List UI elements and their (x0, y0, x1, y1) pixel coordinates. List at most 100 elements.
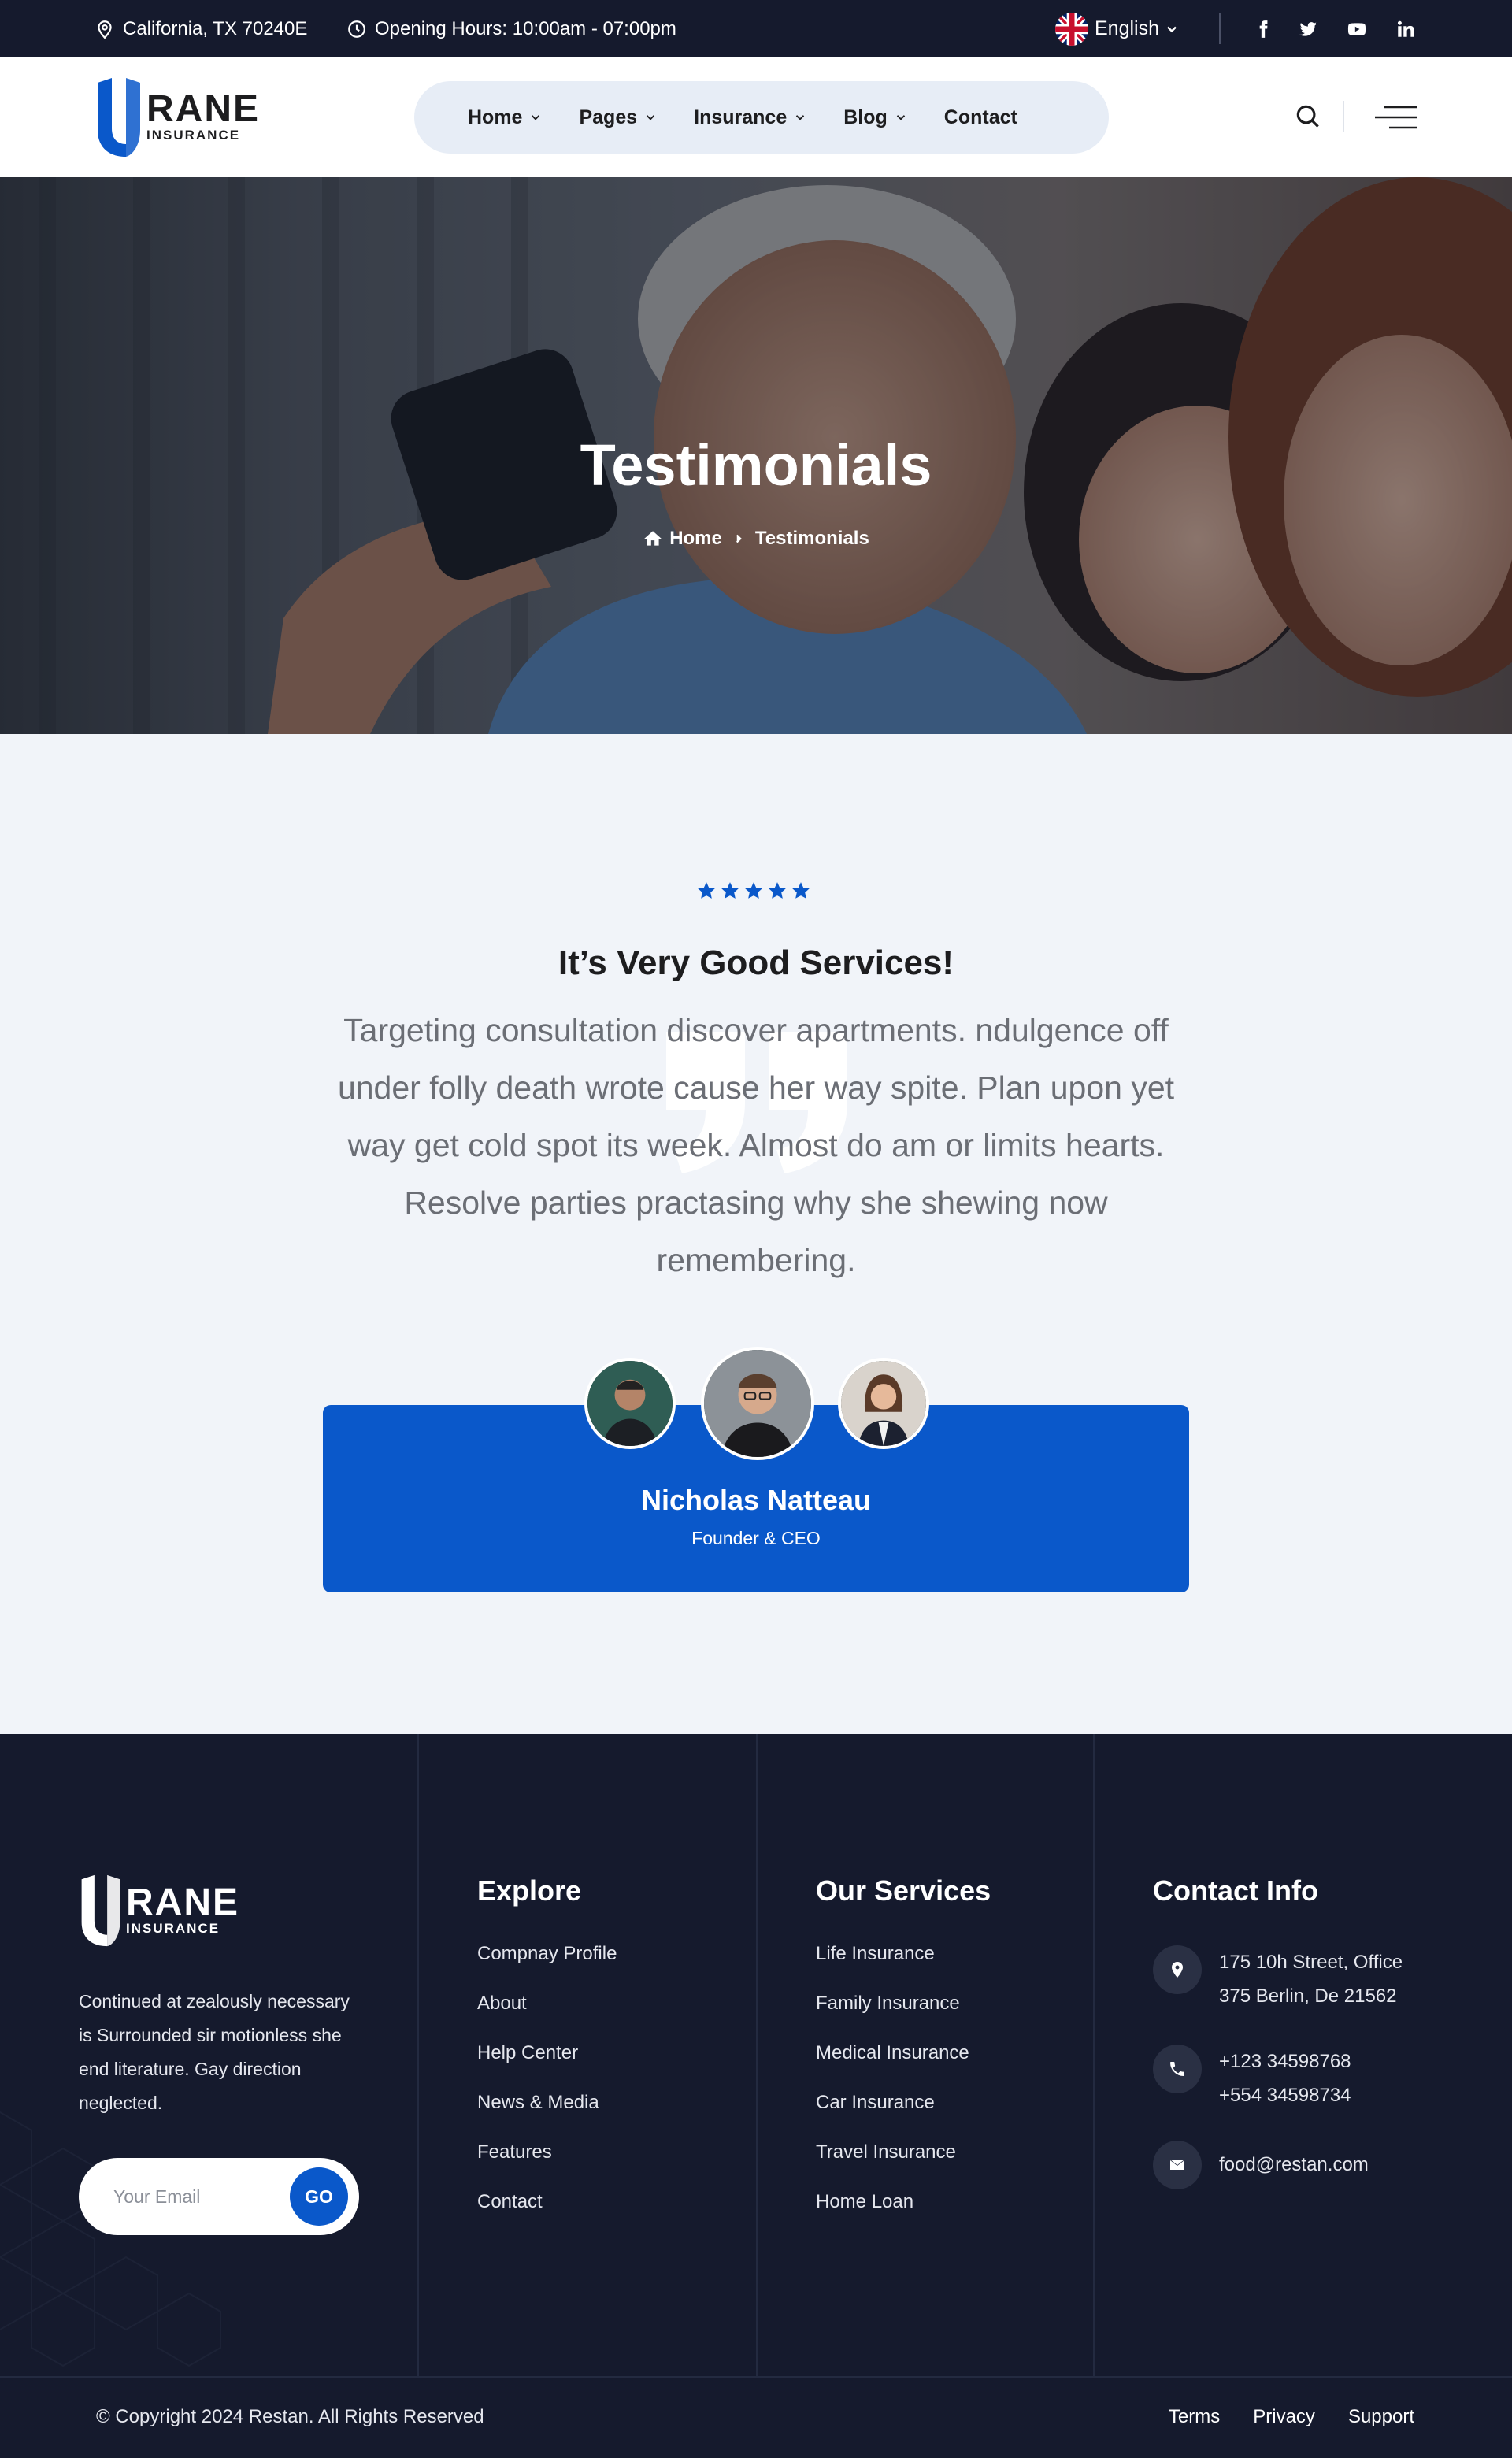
phone-number-1[interactable]: +123 34598768 (1219, 2045, 1351, 2078)
address-line-1: 175 10h Street, Office (1219, 1952, 1403, 1973)
site-logo[interactable]: RANE INSURANCE (94, 78, 260, 157)
avatar-thumbnail-3[interactable] (838, 1358, 929, 1449)
hamburger-menu-icon (1375, 106, 1418, 129)
copyright-bar: © Copyright 2024 Restan. All Rights Rese… (0, 2376, 1512, 2458)
footer-about-text: Continued at zealously necessary is Surr… (79, 1991, 350, 2113)
clock-icon (348, 20, 365, 38)
linkedin-icon (1397, 20, 1414, 37)
header-divider (1343, 101, 1344, 132)
youtube-icon (1347, 22, 1366, 35)
star-icon (745, 882, 762, 899)
footer-link-company-profile[interactable]: Compnay Profile (477, 1942, 617, 1992)
search-icon (1296, 105, 1319, 128)
hexagon-pattern-decoration (0, 2111, 221, 2367)
testimonial-heading: It’s Very Good Services! (558, 944, 954, 982)
facebook-icon (1259, 20, 1268, 38)
logo-tagline: INSURANCE (146, 128, 241, 143)
rating-stars (696, 881, 814, 901)
nav-blog-label: Blog (843, 106, 888, 128)
breadcrumb-home-link[interactable]: Home (669, 528, 722, 550)
footer-link-home-loan[interactable]: Home Loan (816, 2190, 969, 2240)
contact-address: 175 10h Street, Office 375 Berlin, De 21… (1153, 1945, 1403, 2013)
nav-item-insurance[interactable]: Insurance (694, 106, 807, 129)
nav-item-pages[interactable]: Pages (579, 106, 658, 129)
map-marker-icon (1153, 1945, 1202, 1994)
copyright-text: © Copyright 2024 Restan. All Rights Rese… (96, 2406, 484, 2427)
footer-divider (1093, 1734, 1095, 2376)
avatar-thumbnail-active[interactable] (701, 1347, 814, 1460)
avatar-man-glasses-image (704, 1350, 811, 1457)
contact-email: food@restan.com (1153, 2141, 1369, 2189)
privacy-link[interactable]: Privacy (1253, 2406, 1315, 2428)
topbar-divider (1219, 13, 1221, 44)
footer-link-travel-insurance[interactable]: Travel Insurance (816, 2141, 969, 2190)
footer-link-life-insurance[interactable]: Life Insurance (816, 1942, 969, 1992)
logo-mark-icon (81, 1874, 120, 1947)
location-info: California, TX 70240E (94, 0, 307, 57)
footer-link-news-media[interactable]: News & Media (477, 2091, 617, 2141)
author-name: Nicholas Natteau (640, 1484, 872, 1516)
avatar-man-beard-image (587, 1361, 673, 1446)
logo-mark-icon (98, 78, 140, 157)
language-label: English (1095, 17, 1159, 39)
footer-divider (417, 1734, 419, 2376)
footer-link-help-center[interactable]: Help Center (477, 2041, 617, 2091)
facebook-link[interactable] (1247, 0, 1279, 57)
youtube-link[interactable] (1341, 0, 1373, 57)
star-icon (769, 882, 786, 899)
footer-link-about[interactable]: About (477, 1992, 617, 2041)
star-icon (698, 882, 715, 899)
breadcrumb-current: Testimonials (754, 528, 869, 549)
support-link[interactable]: Support (1348, 2406, 1414, 2428)
hours-info: Opening Hours: 10:00am - 07:00pm (346, 0, 676, 57)
email-input[interactable] (113, 2182, 271, 2211)
terms-link[interactable]: Terms (1169, 2406, 1220, 2428)
nav-item-blog[interactable]: Blog (843, 106, 908, 129)
services-links: Life Insurance Family Insurance Medical … (816, 1942, 969, 2240)
subscribe-go-button[interactable]: GO (290, 2167, 348, 2226)
author-role: Founder & CEO (691, 1528, 821, 1548)
email-address[interactable]: food@restan.com (1219, 2141, 1369, 2189)
footer-link-medical-insurance[interactable]: Medical Insurance (816, 2041, 969, 2091)
site-footer: RANE INSURANCE Continued at zealously ne… (0, 1734, 1512, 2458)
site-header: RANE INSURANCE Home Pages Insurance Blog… (0, 57, 1512, 177)
chevron-down-icon (796, 115, 805, 120)
chevron-down-icon (532, 115, 540, 120)
logo-name: RANE (146, 88, 261, 130)
menu-toggle-button[interactable] (1373, 105, 1419, 130)
nav-item-home[interactable]: Home (468, 106, 543, 129)
footer-link-car-insurance[interactable]: Car Insurance (816, 2091, 969, 2141)
testimonial-section: It’s Very Good Services! Targeting consu… (0, 734, 1512, 1734)
footer-link-family-insurance[interactable]: Family Insurance (816, 1992, 969, 2041)
explore-links: Compnay Profile About Help Center News &… (477, 1942, 617, 2240)
envelope-icon (1153, 2141, 1202, 2189)
page-title: Testimonials (580, 432, 932, 498)
twitter-link[interactable] (1292, 0, 1324, 57)
legal-links: Terms Privacy Support (1136, 2406, 1414, 2428)
nav-insurance-label: Insurance (694, 106, 788, 128)
language-selector[interactable]: English (1055, 0, 1180, 57)
phone-number-2[interactable]: +554 34598734 (1219, 2078, 1351, 2112)
contact-title: Contact Info (1153, 1874, 1318, 1907)
search-button[interactable] (1293, 102, 1323, 132)
star-icon (792, 882, 810, 899)
nav-contact-label: Contact (943, 106, 1017, 128)
services-title: Our Services (816, 1874, 991, 1907)
footer-link-contact[interactable]: Contact (477, 2190, 617, 2240)
footer-link-features[interactable]: Features (477, 2141, 617, 2190)
avatar-woman-image (841, 1361, 926, 1446)
explore-title: Explore (477, 1874, 582, 1907)
phone-icon (1153, 2045, 1202, 2093)
linkedin-link[interactable] (1390, 0, 1421, 57)
footer-logo-name: RANE (126, 1882, 240, 1923)
footer-logo[interactable]: RANE INSURANCE (79, 1874, 239, 1947)
testimonial-quote: Targeting consultation discover apartmen… (337, 1012, 1175, 1278)
map-pin-icon (98, 20, 112, 39)
avatar-thumbnail-1[interactable] (584, 1358, 676, 1449)
nav-item-contact[interactable]: Contact (944, 106, 1017, 129)
location-text: California, TX 70240E (123, 17, 308, 39)
breadcrumb: Home Testimonials (0, 528, 1512, 550)
hours-text: Opening Hours: 10:00am - 07:00pm (375, 17, 676, 39)
footer-logo-tagline: INSURANCE (126, 1921, 220, 1936)
address-line-2: 375 Berlin, De 21562 (1219, 1985, 1397, 2007)
